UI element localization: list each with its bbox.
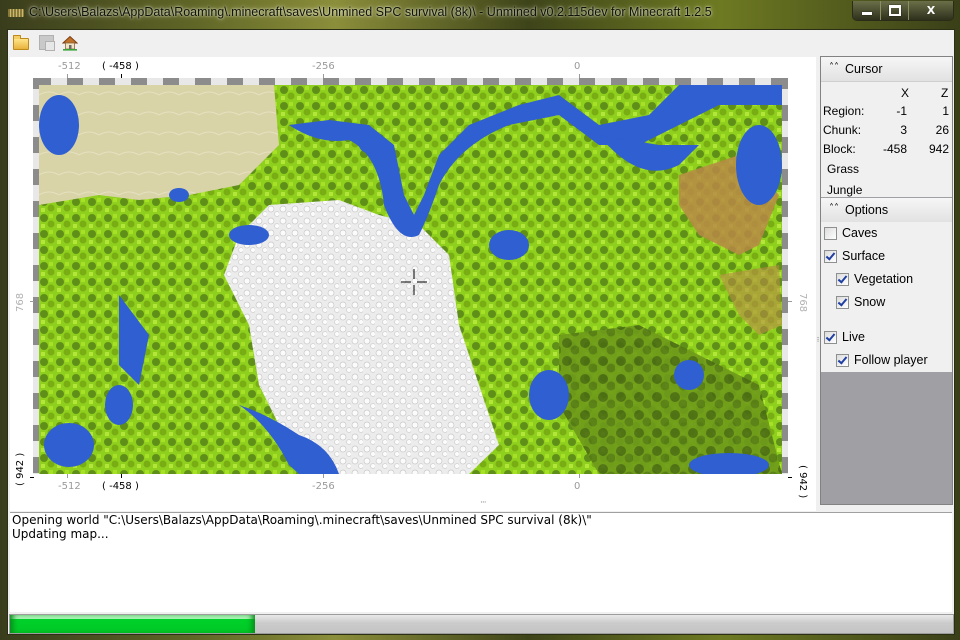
maximize-button[interactable] xyxy=(880,1,908,20)
window-controls: X xyxy=(852,1,954,21)
log-line: Updating map... xyxy=(12,527,109,541)
horizontal-splitter-grip[interactable]: ··· xyxy=(480,498,487,508)
close-icon: X xyxy=(926,4,936,17)
ruler-z-cursor-label: ( 942 ) xyxy=(797,465,808,499)
biome-name: Jungle xyxy=(827,183,863,197)
ruler-tick-cursor xyxy=(121,474,122,478)
ruler-tick xyxy=(579,474,580,478)
chunk-label: Chunk: xyxy=(823,123,862,137)
progress-fill xyxy=(10,615,256,633)
follow-player-label: Follow player xyxy=(854,353,928,367)
collapse-chevron-icon: ˄˄ xyxy=(829,203,839,214)
save-map-icon xyxy=(39,35,55,51)
ruler-x-label: -512 xyxy=(58,481,81,492)
checkbox-checked-icon xyxy=(836,353,849,367)
column-x-header: X xyxy=(901,86,910,100)
ruler-z-label: 768 xyxy=(797,293,808,313)
caves-label: Caves xyxy=(842,226,878,240)
cursor-section-title: Cursor xyxy=(845,62,883,76)
options-section-title: Options xyxy=(845,203,889,217)
open-world-button[interactable] xyxy=(11,34,29,52)
collapse-chevron-icon: ˄˄ xyxy=(829,62,839,73)
log-output[interactable]: Opening world "C:\Users\Balazs\AppData\R… xyxy=(10,512,952,612)
block-x: -458 xyxy=(882,142,907,156)
snow-checkbox[interactable]: Snow xyxy=(836,295,885,309)
live-checkbox[interactable]: Live xyxy=(824,330,865,344)
surface-checkbox[interactable]: Surface xyxy=(824,249,885,263)
ruler-tick xyxy=(67,474,68,478)
cursor-section-header[interactable]: ˄˄ Cursor xyxy=(821,57,952,82)
checkbox-checked-icon xyxy=(836,295,849,309)
log-line: Opening world "C:\Users\Balazs\AppData\R… xyxy=(12,513,592,527)
block-z: 942 xyxy=(928,142,949,156)
ruler-z-cursor-label: ( 942 ) xyxy=(15,452,26,486)
checkbox-checked-icon xyxy=(824,330,837,344)
title-bar: C:\Users\Balazs\AppData\Roaming\.minecra… xyxy=(0,0,960,28)
vegetation-label: Vegetation xyxy=(854,272,914,286)
ruler-top xyxy=(40,78,786,85)
ruler-x-label: -512 xyxy=(58,61,81,72)
ruler-x-cursor-label: ( -458 ) xyxy=(102,481,139,492)
region-x: -1 xyxy=(896,104,907,118)
ruler-x-label: 0 xyxy=(574,61,581,72)
ruler-x-label: 0 xyxy=(574,481,581,492)
close-button[interactable]: X xyxy=(908,1,953,20)
options-list: Caves Surface Vegetation Snow Live Follo… xyxy=(821,222,952,372)
live-label: Live xyxy=(842,330,865,344)
minimize-icon xyxy=(861,12,872,15)
cursor-info: X Z Region: -1 1 Chunk: 3 26 Block: -458… xyxy=(821,82,952,197)
vegetation-checkbox[interactable]: Vegetation xyxy=(836,272,913,286)
folder-open-icon xyxy=(13,35,29,50)
save-map-button[interactable] xyxy=(37,34,55,52)
window-title: C:\Users\Balazs\AppData\Roaming\.minecra… xyxy=(29,5,712,19)
region-label: Region: xyxy=(823,104,865,118)
maximize-icon xyxy=(888,5,901,16)
terrain-map[interactable] xyxy=(39,85,782,474)
chunk-z: 26 xyxy=(935,123,949,137)
chunk-x: 3 xyxy=(900,123,907,137)
surface-label: Surface xyxy=(842,249,886,263)
ruler-right xyxy=(781,78,788,474)
ruler-tick-cursor xyxy=(30,477,34,478)
options-section-header[interactable]: ˄˄ Options xyxy=(821,198,952,223)
home-icon xyxy=(62,35,78,51)
ruler-tick xyxy=(30,301,34,302)
home-button[interactable] xyxy=(61,34,79,52)
region-z: 1 xyxy=(942,104,949,118)
block-label: Block: xyxy=(823,142,856,156)
side-panel: ˄˄ Cursor X Z Region: -1 1 Chunk: 3 26 B… xyxy=(820,56,953,505)
follow-player-checkbox[interactable]: Follow player xyxy=(836,353,928,367)
checkbox-checked-icon xyxy=(824,249,837,263)
app-icon xyxy=(8,9,24,17)
block-type: Grass xyxy=(827,162,860,176)
ruler-z-label: 768 xyxy=(15,292,26,312)
ruler-x-label: -256 xyxy=(312,481,335,492)
checkbox-unchecked-icon xyxy=(824,226,837,240)
column-z-header: Z xyxy=(941,86,949,100)
ruler-tick xyxy=(323,474,324,478)
toolbar xyxy=(8,30,954,56)
ruler-x-cursor-label: ( -458 ) xyxy=(102,61,139,72)
main-window: -512 ( -458 ) -256 0 -512 ( -458 ) -256 … xyxy=(7,29,955,635)
ruler-tick-cursor xyxy=(788,477,792,478)
map-canvas[interactable] xyxy=(39,85,782,474)
minimize-button[interactable] xyxy=(853,1,880,20)
progress-bar xyxy=(9,614,954,634)
caves-checkbox[interactable]: Caves xyxy=(824,226,877,240)
ruler-x-label: -256 xyxy=(312,61,335,72)
snow-label: Snow xyxy=(854,295,886,309)
ruler-tick xyxy=(788,301,792,302)
checkbox-checked-icon xyxy=(836,272,849,286)
